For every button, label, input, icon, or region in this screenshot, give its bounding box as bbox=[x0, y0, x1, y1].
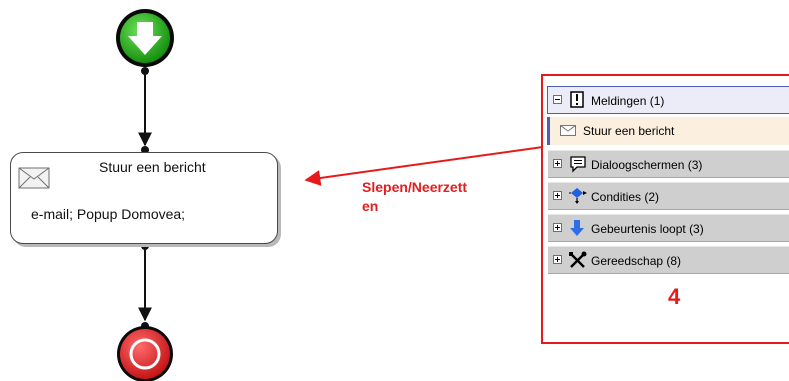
start-node[interactable] bbox=[116, 9, 174, 67]
group-header-gebeurtenis-loopt[interactable]: Gebeurtenis loopt (3) bbox=[548, 214, 789, 242]
mail-icon bbox=[18, 167, 50, 189]
tools-icon bbox=[569, 251, 587, 268]
drag-drop-label: Slepen/Neerzett en bbox=[362, 178, 467, 216]
group-header-gereedschap[interactable]: Gereedschap (8) bbox=[548, 246, 789, 274]
drag-drop-label-line1: Slepen/Neerzett bbox=[362, 179, 468, 195]
step-number: 4 bbox=[668, 284, 681, 309]
group-label-condities: Condities (2) bbox=[591, 190, 660, 204]
mail-icon bbox=[560, 125, 576, 136]
expand-icon[interactable] bbox=[553, 223, 562, 232]
expand-icon[interactable] bbox=[553, 159, 562, 168]
group-header-meldingen[interactable]: Meldingen (1) bbox=[547, 86, 789, 114]
event-arrow-icon bbox=[570, 220, 584, 236]
group-label-gebeurtenis-loopt: Gebeurtenis loopt (3) bbox=[591, 222, 704, 236]
expand-icon[interactable] bbox=[553, 255, 562, 264]
toolbox-item-label: Stuur een bericht bbox=[583, 124, 675, 138]
group-header-dialoogschermen[interactable]: Dialoogschermen (3) bbox=[548, 150, 789, 178]
notification-icon bbox=[570, 91, 584, 108]
end-node[interactable] bbox=[117, 326, 173, 381]
group-label-dialoogschermen: Dialoogschermen (3) bbox=[591, 158, 703, 172]
expand-icon[interactable] bbox=[553, 191, 562, 200]
toolbox-panel: Meldingen (1) Stuur een bericht Dialoogs… bbox=[541, 74, 789, 344]
action-node-send-message[interactable]: Stuur een bericht e-mail; Popup Domovea; bbox=[10, 152, 278, 244]
group-header-condities[interactable]: Condities (2) bbox=[548, 182, 789, 210]
drag-drop-label-line2: en bbox=[362, 198, 379, 214]
collapse-icon[interactable] bbox=[553, 95, 562, 104]
group-label-meldingen: Meldingen (1) bbox=[591, 94, 665, 108]
action-detail: e-mail; Popup Domovea; bbox=[31, 206, 186, 222]
group-label-gereedschap: Gereedschap (8) bbox=[591, 254, 682, 268]
action-title: Stuur een bericht bbox=[99, 159, 206, 175]
condition-icon bbox=[569, 188, 587, 204]
drag-arrow bbox=[304, 145, 551, 186]
dialog-icon bbox=[570, 156, 586, 173]
toolbox-item-send-message[interactable]: Stuur een bericht bbox=[547, 117, 789, 145]
